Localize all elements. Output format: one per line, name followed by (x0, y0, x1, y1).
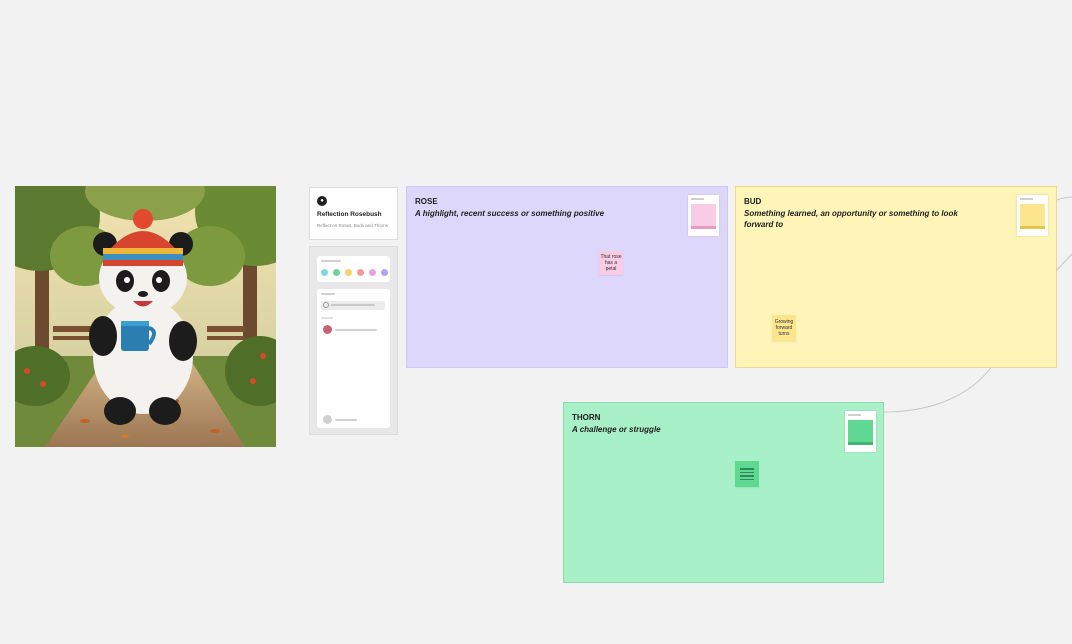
thorn-sticky-thumbnail[interactable] (845, 411, 876, 452)
palette-dot-cyan[interactable] (321, 269, 328, 276)
bud-sticky-note[interactable]: Growing forward turns (772, 315, 796, 341)
panda-image[interactable] (15, 186, 276, 447)
bud-sticky-thumbnail[interactable] (1017, 195, 1048, 236)
thumb-label-line (848, 414, 861, 416)
thorn-thumb-sticky (848, 420, 873, 445)
bud-frame[interactable]: BUD Something learned, an opportunity or… (735, 186, 1057, 368)
user-avatar[interactable] (323, 415, 332, 424)
template-subtitle: Reflect on Roses, Buds and Thorns (317, 223, 388, 228)
bud-thumb-sticky (1020, 204, 1045, 229)
section-label-line (321, 317, 333, 319)
rose-thumb-sticky (691, 204, 716, 229)
thumb-label-line (1020, 198, 1033, 200)
palette-dot-red[interactable] (357, 269, 364, 276)
bud-description: Something learned, an opportunity or som… (744, 209, 958, 229)
thumb-strip (1020, 226, 1045, 229)
thumb-label-line (691, 198, 704, 200)
sticky-text-line (740, 475, 754, 477)
connector-bud-thorn (883, 365, 993, 413)
thorn-title: THORN (572, 413, 601, 422)
rose-title: ROSE (415, 197, 438, 206)
palette-dot-pink[interactable] (369, 269, 376, 276)
connector-bud-top (1056, 196, 1072, 201)
thorn-sticky-note[interactable] (735, 461, 759, 487)
thumb-strip (691, 226, 716, 229)
avatar (323, 325, 332, 334)
thorn-description: A challenge or struggle (572, 425, 661, 434)
palette-dot-green[interactable] (333, 269, 340, 276)
sticky-text-line (740, 478, 754, 480)
thorn-frame[interactable]: THORN A challenge or struggle (563, 402, 884, 583)
list-item-line (335, 329, 377, 331)
search-input[interactable] (321, 301, 385, 310)
user-name-line (335, 419, 357, 421)
palette-header-line (321, 260, 341, 262)
color-palette (317, 256, 390, 282)
template-preview-panel[interactable] (309, 246, 398, 435)
connector-bud-right (1056, 253, 1072, 271)
rose-description: A highlight, recent success or something… (415, 209, 605, 218)
sticky-text-line (740, 468, 754, 470)
template-card[interactable]: ● Reflection Rosebush Reflect on Roses, … (309, 187, 398, 240)
template-title: Reflection Rosebush (317, 211, 382, 218)
rose-sticky-note[interactable]: That rose has a petal (599, 251, 623, 275)
rose-sticky-thumbnail[interactable] (688, 195, 719, 236)
bud-title: BUD (744, 197, 762, 206)
palette-dot-yellow[interactable] (345, 269, 352, 276)
rose-frame[interactable]: ROSE A highlight, recent success or some… (406, 186, 728, 368)
search-placeholder-line (331, 304, 375, 306)
palette-dot-purple[interactable] (381, 269, 388, 276)
panda-illustration (15, 186, 276, 447)
template-logo-icon: ● (317, 196, 327, 206)
sticky-text-line (740, 471, 754, 473)
search-icon (323, 302, 329, 308)
list-header-line (321, 293, 335, 295)
thumb-strip (848, 442, 873, 445)
participant-list (317, 289, 390, 428)
